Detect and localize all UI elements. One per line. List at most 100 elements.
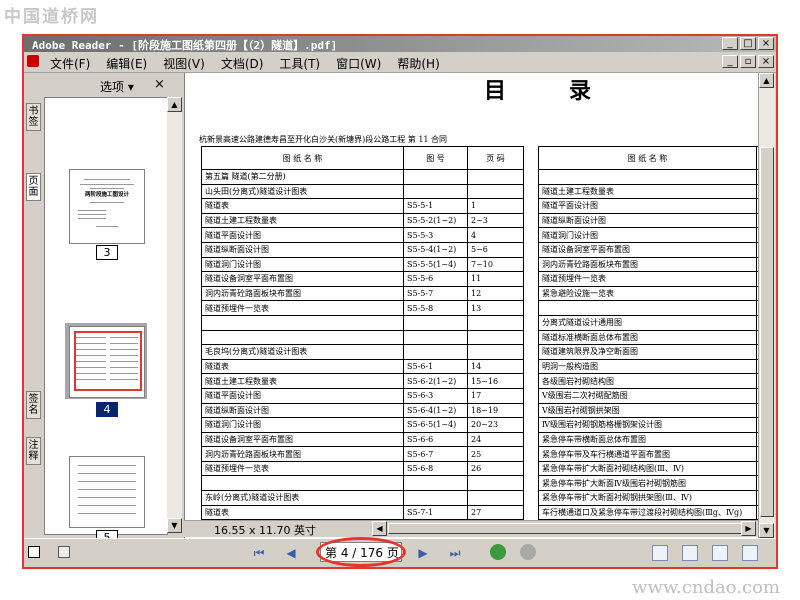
table-cell bbox=[467, 169, 524, 185]
options-menu[interactable]: 选项 ▾ bbox=[100, 78, 134, 95]
page-thumbnail-selected[interactable] bbox=[69, 326, 145, 398]
scroll-down-arrow-icon[interactable]: ▼ bbox=[759, 523, 774, 538]
go-back-icon[interactable] bbox=[490, 544, 506, 560]
table-cell: 26 bbox=[467, 460, 524, 477]
table-cell: 隧道预埋件一览表 bbox=[201, 460, 404, 477]
viewport-indicator[interactable] bbox=[74, 331, 142, 391]
table-row: 隧道纵断面设计图 S5-5-4(1~2) 5~6 bbox=[201, 241, 524, 258]
table-cell: 14 bbox=[467, 358, 524, 375]
table-cell: 隧道纵断面设计图 bbox=[538, 212, 757, 229]
menu-edit[interactable]: 编辑(E) bbox=[98, 55, 155, 72]
maximize-button[interactable]: □ bbox=[740, 37, 756, 50]
doc-close-button[interactable]: × bbox=[758, 55, 774, 68]
tab-pages[interactable]: 页面 bbox=[26, 173, 41, 201]
tab-signatures[interactable]: 签名 bbox=[26, 391, 41, 419]
table-cell bbox=[538, 169, 757, 185]
menu-window[interactable]: 窗口(W) bbox=[328, 55, 389, 72]
table-row: 紧急停车带横断面总体布置图S bbox=[538, 431, 759, 448]
table-cell: 东岭(分离式)隧道设计图表 bbox=[201, 490, 404, 506]
first-page-icon[interactable]: ⏮ bbox=[250, 545, 268, 561]
table-cell: 11 bbox=[467, 271, 524, 287]
table-row: 隧道洞门设计图S bbox=[538, 227, 759, 243]
table-cell: 27 bbox=[467, 504, 524, 521]
single-page-layout-icon[interactable] bbox=[652, 545, 668, 561]
thumbnail-toggle-icon[interactable] bbox=[28, 546, 40, 558]
scroll-down-arrow-icon[interactable]: ▼ bbox=[167, 518, 182, 533]
table-cell: S5-6-2(1~2) bbox=[403, 373, 468, 389]
table-cell: 20~23 bbox=[467, 417, 524, 433]
close-button[interactable]: × bbox=[758, 37, 774, 50]
scroll-right-arrow-icon[interactable]: ▶ bbox=[741, 521, 756, 536]
options-icon[interactable] bbox=[58, 546, 70, 558]
table-cell bbox=[467, 344, 524, 360]
table-cell: 紧急停车带扩大断面衬砌钢拱架图(Ⅲ、Ⅳ) bbox=[538, 490, 757, 506]
table-cell: 明洞一般构造图 bbox=[538, 358, 757, 375]
table-cell: S5-5-1 bbox=[403, 198, 468, 214]
table-cell: S5-5-2(1~2) bbox=[403, 212, 468, 229]
next-page-icon[interactable]: ▶ bbox=[414, 545, 432, 561]
scroll-left-arrow-icon[interactable]: ◀ bbox=[372, 521, 387, 536]
menu-tools[interactable]: 工具(T) bbox=[271, 55, 328, 72]
doc-minimize-button[interactable]: _ bbox=[722, 55, 738, 68]
page-thumbnail[interactable]: 两阶段施工图设计 bbox=[69, 169, 145, 244]
table-cell: S5-6-3 bbox=[403, 387, 468, 404]
adobe-reader-icon[interactable] bbox=[27, 55, 39, 67]
table-row: 隧道预埋件一览表S bbox=[538, 271, 759, 287]
thumbnail-scrollbar[interactable]: ▲ ▼ bbox=[167, 97, 182, 533]
menu-help[interactable]: 帮助(H) bbox=[389, 55, 447, 72]
tab-bookmarks[interactable]: 书签 bbox=[26, 103, 41, 131]
table-cell: 4 bbox=[467, 227, 524, 243]
menu-document[interactable]: 文档(D) bbox=[213, 55, 272, 72]
scroll-up-arrow-icon[interactable]: ▲ bbox=[759, 73, 774, 88]
table-cell: 隧道预埋件一览表 bbox=[201, 300, 404, 316]
column-header: 图 号 bbox=[403, 146, 468, 170]
horizontal-scroll-thumb[interactable] bbox=[388, 523, 748, 534]
table-row: 山头田(分离式)隧道设计图表 bbox=[201, 183, 524, 200]
horizontal-scrollbar[interactable]: 16.55 x 11.70 英寸 ◀ ▶ bbox=[184, 520, 758, 537]
table-cell: S5-6-6 bbox=[403, 431, 468, 448]
document-view[interactable]: 目 录 杭新景高速公路建德寿昌至开化白沙关(新塘界)段公路工程 第 11 合同 … bbox=[184, 73, 759, 538]
table-row: 隧道建筑限界及净空断面图S bbox=[538, 344, 759, 360]
table-cell bbox=[201, 475, 404, 492]
table-cell: 隧道平面设计图 bbox=[201, 387, 404, 404]
column-header: 图 纸 名 称 bbox=[201, 146, 404, 170]
table-row: 隧道平面设计图 S5-6-3 17 bbox=[201, 387, 524, 404]
table-cell: 13 bbox=[467, 300, 524, 316]
scroll-up-arrow-icon[interactable]: ▲ bbox=[167, 97, 182, 112]
scrollbar-thumb[interactable] bbox=[760, 147, 774, 517]
go-forward-icon[interactable] bbox=[520, 544, 536, 560]
table-cell: S5-6-5(1~4) bbox=[403, 417, 468, 433]
watermark-bottom: www.cndao.com bbox=[632, 577, 780, 598]
table-cell bbox=[403, 329, 468, 346]
column-header: 图 纸 名 称 bbox=[538, 146, 757, 170]
table-cell: 第五篇 隧道(第二分册) bbox=[201, 169, 404, 185]
table-cell: S5-6-8 bbox=[403, 460, 468, 477]
menu-file[interactable]: 文件(F) bbox=[42, 55, 98, 72]
table-cell bbox=[467, 329, 524, 346]
table-cell: S5-5-5(1~4) bbox=[403, 256, 468, 273]
doc-restore-button[interactable]: ▫ bbox=[740, 55, 756, 68]
vertical-scrollbar[interactable]: ▲ ▼ bbox=[758, 73, 775, 538]
tab-comments[interactable]: 注释 bbox=[26, 437, 41, 465]
continuous-facing-layout-icon[interactable] bbox=[742, 545, 758, 561]
table-row: 车行横通道口及紧急停车带过渡段衬砌结构图(Ⅲg、Ⅳg)S bbox=[538, 504, 759, 521]
table-cell: Ⅴ级围岩衬砌钢拱架图 bbox=[538, 402, 757, 419]
table-cell: 15~16 bbox=[467, 373, 524, 389]
page-thumbnail[interactable] bbox=[69, 456, 145, 528]
continuous-layout-icon[interactable] bbox=[682, 545, 698, 561]
menu-view[interactable]: 视图(V) bbox=[155, 55, 213, 72]
table-row: Ⅴ级围岩二次衬砌配筋图S bbox=[538, 387, 759, 404]
facing-layout-icon[interactable] bbox=[712, 545, 728, 561]
minimize-button[interactable]: _ bbox=[722, 37, 738, 50]
table-cell: 洞内沥青砼路面板块布置图 bbox=[538, 256, 757, 273]
contents-table-left: 图 纸 名 称 图 号 页 码 第五篇 隧道(第二分册) 山头田(分离式)隧道设计… bbox=[201, 146, 524, 521]
table-cell: 隧道平面设计图 bbox=[201, 227, 404, 243]
table-cell: 隧道平面设计图 bbox=[538, 198, 757, 214]
status-bar: ⏮ ◀ 第 4 / 176 页 ▶ ⏭ bbox=[24, 537, 776, 567]
previous-page-icon[interactable]: ◀ bbox=[282, 545, 300, 561]
table-cell bbox=[201, 329, 404, 346]
table-cell: 隧道表 bbox=[201, 198, 404, 214]
table-row: 隧道土建工程数量表 S5-5-2(1~2) 2~3 bbox=[201, 212, 524, 229]
close-panel-icon[interactable]: × bbox=[154, 77, 165, 92]
last-page-icon[interactable]: ⏭ bbox=[446, 545, 464, 561]
